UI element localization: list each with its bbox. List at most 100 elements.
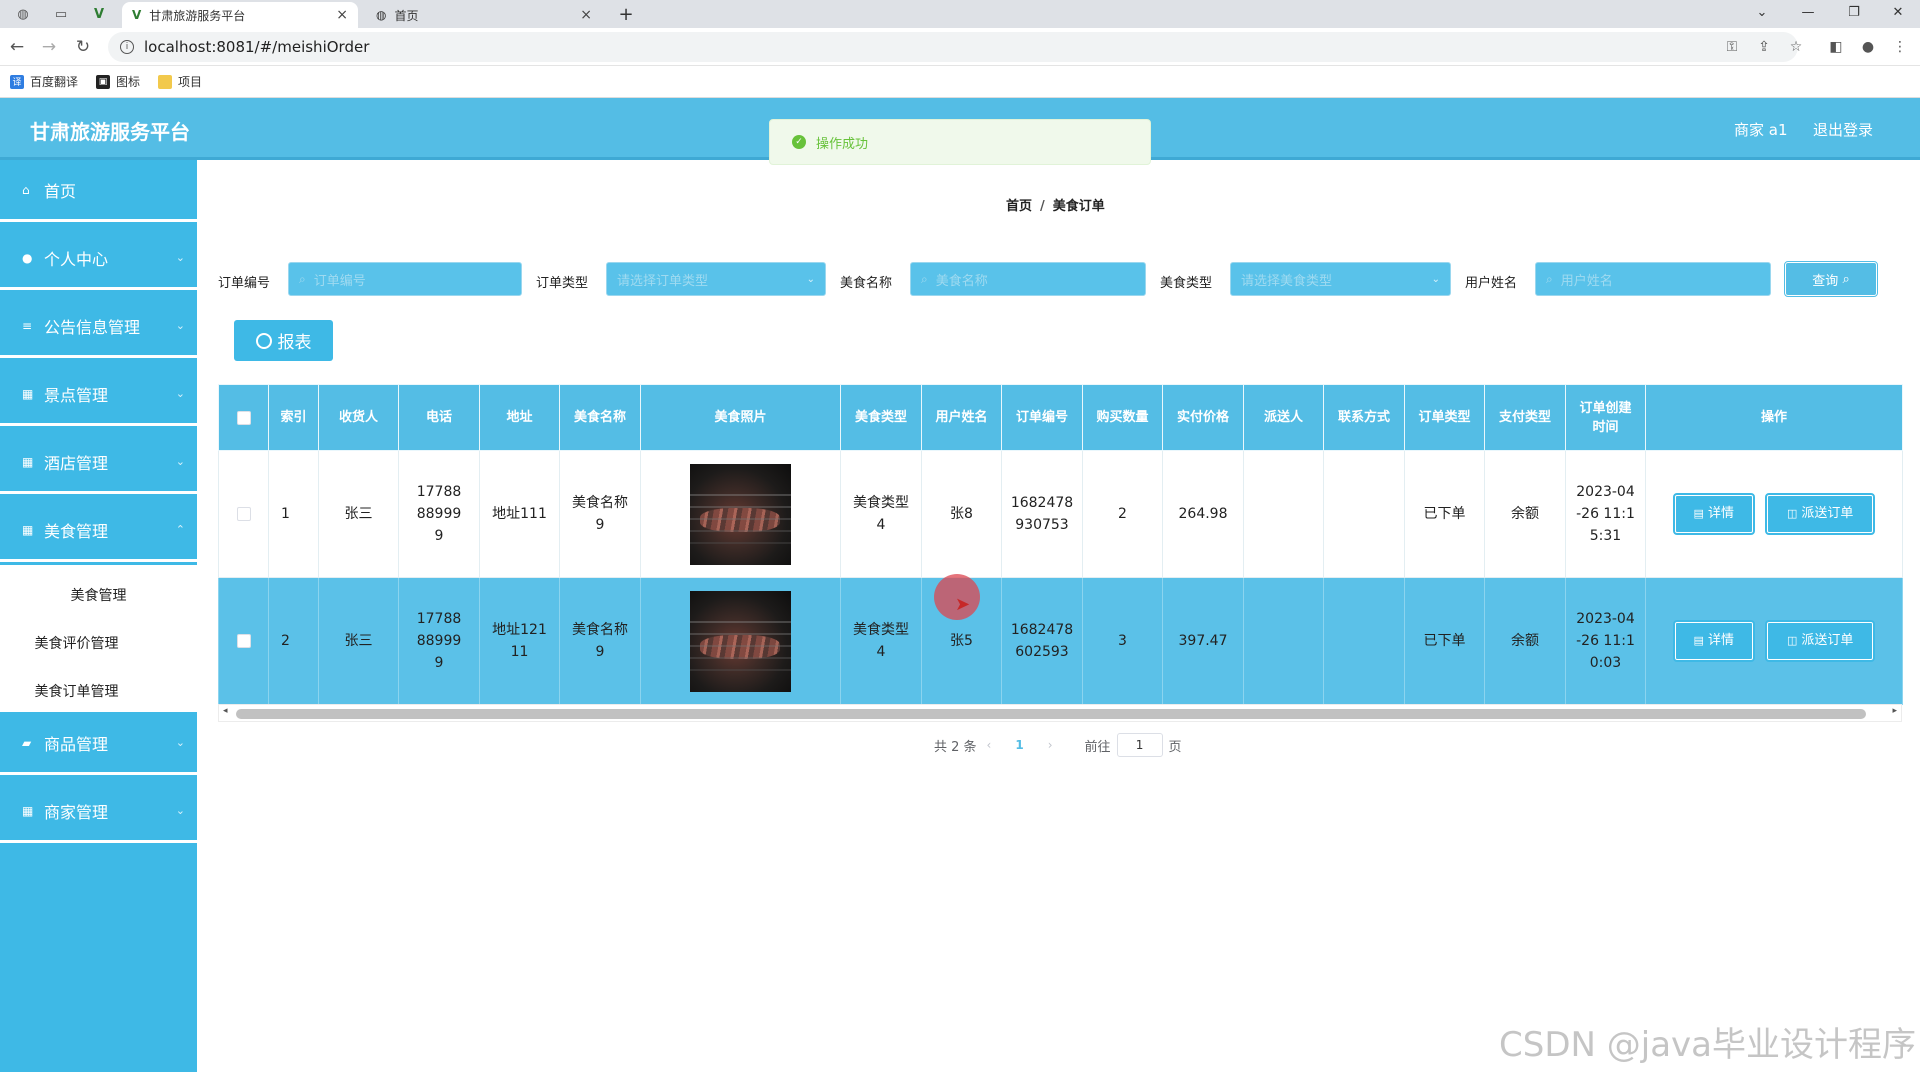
profile-icon[interactable]: ● [1858, 37, 1878, 57]
column-header[interactable]: 地址 [479, 384, 560, 451]
sidebar-item-home[interactable]: ⌂ 首页 [0, 160, 197, 222]
placeholder: 美食名称 [935, 273, 988, 289]
menu-dots-icon[interactable]: ⋮ [1890, 37, 1910, 57]
column-header[interactable]: 支付类型 [1484, 384, 1566, 451]
search-icon: ⌕ [1842, 271, 1850, 287]
cell-price: 397.47 [1162, 577, 1244, 705]
sidebar-item-merchant[interactable]: ▦ 商家管理 ⌄ [0, 781, 197, 843]
cell-food-type: 美食类型4 [840, 577, 922, 705]
order-no-input[interactable]: ⌕ 订单编号 [288, 262, 522, 296]
close-tab-icon[interactable]: × [580, 7, 592, 23]
column-header[interactable]: 订单编号 [1001, 384, 1083, 451]
sidebar-item-hotel[interactable]: ▦ 酒店管理 ⌄ [0, 432, 197, 494]
dispatch-label: 派送订单 [1801, 633, 1854, 648]
dispatch-order-button[interactable]: ◫ 派送订单 [1765, 620, 1876, 662]
query-button[interactable]: 查询 ⌕ [1784, 261, 1878, 297]
key-icon[interactable]: ⚿ [1722, 37, 1742, 57]
column-header[interactable]: 索引 [268, 384, 319, 451]
column-header[interactable]: 美食名称 [559, 384, 641, 451]
url-field[interactable]: i localhost:8081/#/meishiOrder [108, 32, 1798, 62]
goto-page-input[interactable]: 1 [1116, 733, 1163, 757]
detail-button[interactable]: ▤ 详情 [1672, 620, 1755, 662]
column-header[interactable]: 电话 [398, 384, 480, 451]
pinned-tab-vue-icon[interactable]: V [84, 2, 114, 26]
bookmark-item[interactable]: ▣ 图标 [96, 73, 140, 90]
column-header[interactable]: 实付价格 [1162, 384, 1244, 451]
sidebar-item-food[interactable]: ▦ 美食管理 ⌃ [0, 500, 197, 562]
bookmark-item[interactable]: 项目 [158, 73, 202, 90]
detail-label: 详情 [1707, 633, 1734, 648]
chevron-down-icon: ⌄ [175, 455, 185, 468]
back-icon[interactable]: ← [6, 36, 28, 58]
close-tab-icon[interactable]: × [336, 7, 348, 23]
bookmark-label: 百度翻译 [30, 75, 79, 89]
sidebar-item-label: 首页 [44, 181, 77, 201]
new-tab-button[interactable]: + [614, 2, 638, 26]
site-info-icon[interactable]: i [120, 40, 134, 54]
column-header[interactable]: 美食类型 [840, 384, 922, 451]
submenu-item-food[interactable]: 美食管理 [0, 585, 197, 605]
toast-message: 操作成功 [816, 136, 869, 152]
sidebar-item-notices[interactable]: ≡ 公告信息管理 ⌄ [0, 296, 197, 358]
scroll-right-icon[interactable]: ▸ [1892, 706, 1897, 716]
close-window-icon[interactable]: ✕ [1876, 0, 1920, 24]
check-circle-icon: ✓ [792, 135, 806, 149]
current-page[interactable]: 1 [1015, 738, 1023, 752]
bookmark-star-icon[interactable]: ☆ [1786, 37, 1806, 57]
column-header[interactable]: 用户姓名 [921, 384, 1002, 451]
sidebar-item-scenic[interactable]: ▦ 景点管理 ⌄ [0, 364, 197, 426]
column-header[interactable]: 联系方式 [1323, 384, 1405, 451]
row-checkbox[interactable] [236, 634, 251, 648]
horizontal-scrollbar[interactable]: ◂ ▸ [218, 704, 1902, 722]
column-header[interactable]: 订单类型 [1404, 384, 1485, 451]
detail-button[interactable]: ▤ 详情 [1672, 493, 1755, 535]
scrollbar-thumb[interactable] [236, 709, 1866, 719]
table-row[interactable]: 1 张三 17788889999 地址111 美食名称9 美食类型4 张8 16… [218, 450, 1903, 578]
submenu-item-food-order[interactable]: 美食订单管理 [0, 681, 175, 701]
tab-home[interactable]: ◍ 首页 × [366, 2, 602, 28]
report-button[interactable]: 报表 [234, 320, 333, 361]
food-photo[interactable] [690, 590, 791, 692]
cell-actions: ▤ 详情 ◫ 派送订单 [1645, 577, 1903, 705]
food-name-input[interactable]: ⌕ 美食名称 [910, 262, 1146, 296]
select-all-checkbox[interactable] [236, 410, 251, 425]
pinned-tab-globe-icon[interactable]: ◍ [8, 2, 38, 26]
minimize-icon[interactable]: — [1786, 0, 1830, 24]
prev-page-icon[interactable]: ‹ [987, 738, 992, 752]
scroll-left-icon[interactable]: ◂ [223, 706, 228, 716]
table-row[interactable]: 2 张三 17788889999 地址12111 美食名称9 美食类型4 张5 … [218, 577, 1903, 705]
grid-icon: ▦ [22, 522, 34, 537]
logout-link[interactable]: 退出登录 [1813, 119, 1873, 140]
breadcrumb-home[interactable]: 首页 [1006, 199, 1032, 214]
side-panel-icon[interactable]: ◧ [1826, 37, 1846, 57]
sidebar-item-goods[interactable]: ▰ 商品管理 ⌄ [0, 713, 197, 775]
share-icon[interactable]: ⇪ [1754, 37, 1774, 57]
user-name-input[interactable]: ⌕ 用户姓名 [1535, 262, 1771, 296]
pinned-tab-blank-icon[interactable]: ▭ [46, 2, 76, 26]
column-header[interactable]: 购买数量 [1082, 384, 1163, 451]
current-user: 商家 a1 [1734, 121, 1788, 139]
reload-icon[interactable]: ↻ [72, 36, 94, 58]
bookmark-item[interactable]: 译 百度翻译 [10, 73, 78, 90]
book-icon: ◫ [1787, 507, 1798, 520]
tab-search-icon[interactable]: ⌄ [1740, 0, 1784, 24]
row-checkbox[interactable] [236, 507, 251, 521]
sidebar-item-profile[interactable]: ● 个人中心 ⌄ [0, 228, 197, 290]
order-type-select[interactable]: 请选择订单类型 ⌄ [606, 262, 826, 296]
next-page-icon[interactable]: › [1048, 738, 1053, 752]
food-type-select[interactable]: 请选择美食类型 ⌄ [1230, 262, 1451, 296]
column-header[interactable]: 订单创建时间 [1565, 384, 1646, 451]
chevron-down-icon: ⌄ [175, 387, 185, 400]
column-header[interactable]: 美食照片 [640, 384, 841, 451]
restore-icon[interactable]: ❐ [1832, 0, 1876, 24]
cell-phone: 17788889999 [398, 577, 480, 705]
forward-icon[interactable]: → [38, 36, 60, 58]
tab-active[interactable]: V 甘肃旅游服务平台 × [122, 2, 358, 28]
order-type-label: 订单类型 [536, 276, 589, 291]
column-header[interactable]: 收货人 [318, 384, 399, 451]
dispatch-order-button[interactable]: ◫ 派送订单 [1765, 493, 1876, 535]
sidebar-item-label: 个人中心 [44, 249, 109, 269]
submenu-item-food-review[interactable]: 美食评价管理 [0, 633, 175, 653]
food-photo[interactable] [690, 463, 791, 565]
column-header[interactable]: 派送人 [1243, 384, 1324, 451]
